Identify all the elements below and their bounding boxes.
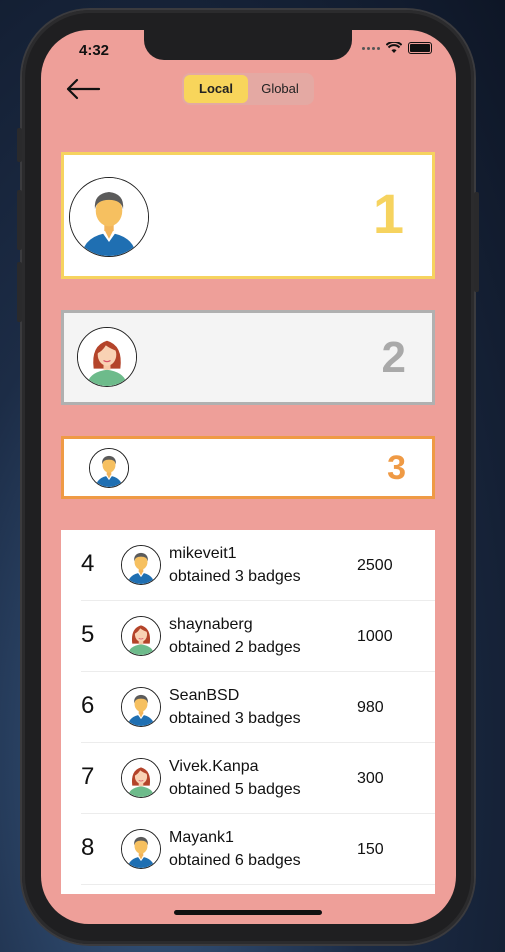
list-rank: 5 bbox=[81, 621, 95, 648]
status-icons bbox=[362, 42, 432, 54]
male-avatar-icon bbox=[121, 687, 161, 727]
female-avatar-icon bbox=[121, 758, 161, 798]
male-avatar-icon bbox=[89, 448, 129, 488]
leaderboard-list: 4 mikeveit1 obtained 3 badges 2500 5 sha… bbox=[61, 530, 435, 894]
mute-switch bbox=[17, 128, 22, 162]
list-score: 2500 bbox=[357, 557, 393, 574]
list-rank: 7 bbox=[81, 763, 95, 790]
list-rank: 4 bbox=[81, 550, 95, 577]
signal-icon bbox=[362, 46, 380, 50]
list-username: SeanBSD bbox=[169, 687, 240, 704]
list-username: shaynaberg bbox=[169, 616, 253, 633]
volume-down-button bbox=[17, 262, 22, 322]
status-time: 4:32 bbox=[79, 42, 110, 59]
notch bbox=[144, 30, 352, 60]
male-avatar-icon bbox=[69, 177, 149, 257]
scope-toggle: Local Global bbox=[182, 73, 314, 105]
list-score: 980 bbox=[357, 699, 384, 716]
back-button[interactable] bbox=[63, 74, 103, 104]
list-badges: obtained 3 badges bbox=[169, 568, 301, 585]
list-badges: obtained 5 badges bbox=[169, 781, 301, 798]
list-item[interactable]: 7 Vivek.Kanpa obtained 5 badges 300 bbox=[81, 743, 435, 814]
list-username: Vivek.Kanpa bbox=[169, 758, 259, 775]
female-avatar-icon bbox=[121, 616, 161, 656]
home-indicator[interactable] bbox=[174, 910, 322, 915]
volume-up-button bbox=[17, 190, 22, 250]
list-item[interactable]: 5 shaynaberg obtained 2 badges 1000 bbox=[81, 601, 435, 672]
list-score: 300 bbox=[357, 770, 384, 787]
podium-rank: 1 bbox=[372, 182, 404, 245]
list-item[interactable]: 8 Mayank1 obtained 6 badges 150 bbox=[81, 814, 435, 885]
list-item[interactable]: 4 mikeveit1 obtained 3 badges 2500 bbox=[81, 530, 435, 601]
power-button bbox=[474, 192, 479, 292]
list-rank: 8 bbox=[81, 834, 95, 861]
list-rank: 6 bbox=[81, 692, 95, 719]
list-username: Mayank1 bbox=[169, 829, 234, 846]
wifi-icon bbox=[386, 42, 402, 53]
battery-icon bbox=[408, 42, 432, 54]
podium-first[interactable]: 1 bbox=[61, 152, 435, 279]
list-badges: obtained 2 badges bbox=[169, 639, 301, 656]
podium-second[interactable]: 2 bbox=[61, 310, 435, 405]
podium-rank: 3 bbox=[387, 449, 406, 487]
list-score: 1000 bbox=[357, 628, 393, 645]
female-avatar-icon bbox=[77, 327, 137, 387]
list-score: 150 bbox=[357, 841, 384, 858]
podium-third[interactable]: 3 bbox=[61, 436, 435, 499]
male-avatar-icon bbox=[121, 545, 161, 585]
male-avatar-icon bbox=[121, 829, 161, 869]
back-arrow-icon bbox=[66, 78, 101, 100]
toggle-local[interactable]: Local bbox=[184, 75, 248, 103]
toggle-global[interactable]: Global bbox=[248, 75, 312, 103]
list-item[interactable]: 6 SeanBSD obtained 3 badges 980 bbox=[81, 672, 435, 743]
list-badges: obtained 6 badges bbox=[169, 852, 301, 869]
podium-rank: 2 bbox=[381, 333, 406, 382]
app-screen: 4:32 Local Global 1 2 3 4 mikeveit1 obta… bbox=[41, 30, 456, 924]
list-username: mikeveit1 bbox=[169, 545, 237, 562]
list-badges: obtained 3 badges bbox=[169, 710, 301, 727]
